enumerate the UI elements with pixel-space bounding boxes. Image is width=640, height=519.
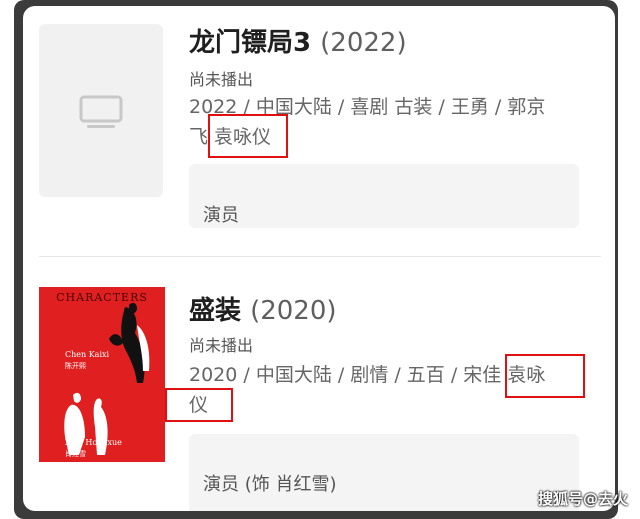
poster-figure-art	[64, 302, 150, 455]
tv-icon	[79, 95, 123, 128]
watermark: 搜狐号@去火	[537, 490, 628, 508]
movie-poster[interactable]: CHARACTERS Chen Kaixi 陈开熙 Xiao Hongxue 肖…	[39, 287, 165, 462]
movie-title[interactable]: 龙门镖局3 (2022)	[189, 22, 407, 59]
movie-year: (2022)	[320, 28, 407, 58]
highlight-box	[208, 114, 288, 158]
poster-name-cn: 陈开熙	[65, 362, 86, 370]
poster-name: Xiao Hongxue	[65, 438, 122, 447]
poster-name: Chen Kaixi	[65, 350, 110, 359]
release-status: 尚未播出	[189, 70, 254, 89]
filmography-card: 龙门镖局3 (2022) 尚未播出 2022 / 中国大陆 / 喜剧 古装 / …	[23, 6, 615, 511]
role-label: 演员 (饰 肖红雪)	[203, 474, 337, 495]
poster-placeholder[interactable]	[39, 24, 163, 197]
role-label: 演员	[203, 205, 239, 226]
highlight-box	[165, 388, 233, 422]
role-box	[189, 164, 579, 228]
poster-name-cn: 肖红雪	[65, 450, 86, 458]
movie-year: (2020)	[250, 296, 337, 326]
release-status: 尚未播出	[189, 336, 254, 355]
movie-title-text: 盛装	[189, 296, 242, 326]
movie-title-text: 龙门镖局3	[189, 28, 312, 58]
movie-title[interactable]: 盛装 (2020)	[189, 290, 337, 327]
divider	[39, 256, 601, 257]
highlight-box	[505, 354, 585, 398]
